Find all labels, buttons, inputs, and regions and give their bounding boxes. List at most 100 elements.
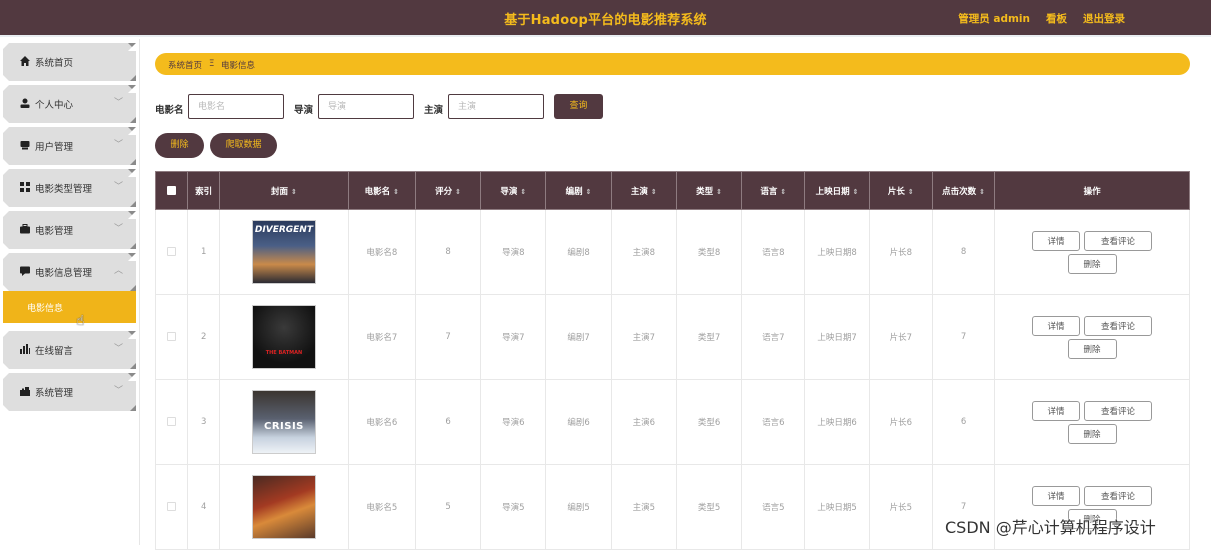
type-cell: 类型5 [675,464,743,550]
column-header-cover[interactable]: 封面 ⇕ [219,171,349,210]
chevron-down-icon: ﹀ [113,386,123,396]
writer-cell: 编剧8 [545,209,612,295]
movie-poster-image[interactable]: CRISIS [251,390,316,454]
chevron-down-icon: ﹀ [113,344,123,354]
sort-icon[interactable]: ⇕ [853,188,859,196]
view-comments-button[interactable]: 查看评论 [1084,485,1153,506]
column-header-rating[interactable]: 评分 ⇕ [414,171,482,210]
sidebar-item-system-management[interactable]: 系统管理 ﹀ [3,373,136,411]
row-checkbox[interactable] [167,417,177,426]
sidebar-item-label: 用户管理 [35,142,74,153]
top-bar-actions: 管理员 admin 看板 退出登录 [958,11,1125,26]
movie-poster-image[interactable]: DIVERGENT [251,220,316,284]
column-header-release-date[interactable]: 上映日期 ⇕ [804,171,870,210]
column-header-director[interactable]: 导演 ⇕ [480,171,547,210]
view-comments-button[interactable]: 查看评论 [1084,230,1153,251]
movie-poster-image[interactable] [251,475,316,539]
comment-icon [19,266,30,277]
sidebar-item-movie-info-management[interactable]: 电影信息管理 ︿ [3,253,136,291]
sort-icon[interactable]: ⇕ [780,188,786,196]
detail-button[interactable]: 详情 [1032,230,1081,251]
movie-poster-image[interactable]: THE BATMAN [251,305,316,369]
column-header-clicks[interactable]: 点击次数 ⇕ [931,171,996,210]
release-date-cell: 上映日期5 [804,464,870,550]
row-checkbox[interactable] [167,332,177,341]
director-input[interactable] [318,94,414,119]
column-header-name[interactable]: 电影名 ⇕ [347,171,416,210]
chevron-down-icon: ﹀ [113,182,123,192]
chevron-up-icon: ︿ [113,266,123,276]
name-cell: 电影名6 [347,379,416,465]
delete-row-button[interactable]: 删除 [1067,423,1117,444]
sort-icon[interactable]: ⇕ [716,188,722,196]
breadcrumb-separator-icon: Ξ [209,59,215,69]
detail-button[interactable]: 详情 [1032,400,1081,421]
language-cell: 语言5 [741,464,806,550]
writer-cell: 编剧7 [545,294,612,380]
poster-title: THE BATMAN [265,350,303,356]
sort-icon[interactable]: ⇕ [908,188,914,196]
delete-row-button[interactable]: 删除 [1067,253,1117,274]
index-cell: 4 [187,464,221,550]
duration-cell: 片长7 [868,294,933,380]
watermark: CSDN @芹心计算机程序设计 [945,518,1156,537]
sort-icon[interactable]: ⇕ [979,188,985,196]
sidebar-item-movie-type-management[interactable]: 电影类型管理 ﹀ [3,169,136,207]
breadcrumb-current: 电影信息 [221,61,256,71]
breadcrumb-home[interactable]: 系统首页 [168,59,202,71]
language-cell: 语言7 [741,294,806,380]
sidebar-item-user-management[interactable]: 用户管理 ﹀ [3,127,136,165]
sidebar-item-online-messages[interactable]: 在线留言 ﹀ [3,331,136,369]
users-icon [19,140,30,151]
sidebar-item-movie-management[interactable]: 电影管理 ﹀ [3,211,136,249]
release-date-cell: 上映日期6 [804,379,870,465]
movie-info-table: 索引 封面 ⇕ 电影名 ⇕ 评分 ⇕ 导演 ⇕ 编剧 ⇕ 主演 ⇕ 类型 ⇕ 语言 ⇕ 上映日期… [154,171,1190,550]
movie-name-input[interactable] [188,94,284,119]
sort-icon[interactable]: ⇕ [586,188,592,196]
column-header-language[interactable]: 语言 ⇕ [741,171,806,210]
type-cell: 类型8 [675,209,743,295]
detail-button[interactable]: 详情 [1032,485,1081,506]
hand-cursor-icon: ☝ [76,313,85,329]
sidebar-subitem-label: 电影信息 [27,304,64,314]
actor-cell: 主演6 [610,379,677,465]
view-comments-button[interactable]: 查看评论 [1084,400,1153,421]
poster-title: CRISIS [264,421,304,432]
type-cell: 类型6 [675,379,743,465]
dashboard-link[interactable]: 看板 [1046,11,1067,26]
sort-icon[interactable]: ⇕ [291,188,297,196]
delete-row-button[interactable]: 删除 [1067,338,1117,359]
column-header-type[interactable]: 类型 ⇕ [675,171,743,210]
column-header-duration[interactable]: 片长 ⇕ [868,171,933,210]
sidebar: 系统首页 个人中心 ﹀ 用户管理 ﹀ 电影类型管理 ﹀ 电影管理 ﹀ 电影信息管… [0,39,140,545]
row-checkbox[interactable] [167,502,177,511]
sidebar-subitem-movie-info[interactable]: 电影信息 [3,291,136,323]
rating-cell: 8 [414,209,482,295]
sort-icon[interactable]: ⇕ [393,188,399,196]
column-header-writer[interactable]: 编剧 ⇕ [545,171,612,210]
query-button[interactable]: 查询 [554,94,603,119]
actor-input[interactable] [448,94,544,119]
sort-icon[interactable]: ⇕ [455,188,461,196]
crawl-data-button[interactable]: 爬取数据 [210,133,277,158]
index-cell: 2 [187,294,221,380]
row-checkbox[interactable] [167,247,177,256]
column-header-actor[interactable]: 主演 ⇕ [610,171,677,210]
director-cell: 导演7 [480,294,547,380]
name-cell: 电影名5 [347,464,416,550]
breadcrumb: 系统首页 Ξ 电影信息 [155,53,1190,75]
column-header-index: 索引 [187,171,221,210]
logout-link[interactable]: 退出登录 [1083,11,1125,26]
batch-delete-button[interactable]: 删除 [155,133,204,158]
sidebar-item-personal-center[interactable]: 个人中心 ﹀ [3,85,136,123]
select-all-header [154,171,189,210]
sort-icon[interactable]: ⇕ [520,188,526,196]
settings-icon [19,386,30,397]
view-comments-button[interactable]: 查看评论 [1084,315,1153,336]
select-all-checkbox[interactable] [167,185,177,195]
sort-icon[interactable]: ⇕ [651,188,657,196]
sidebar-item-label: 电影管理 [35,226,74,237]
sidebar-item-home[interactable]: 系统首页 [3,43,136,81]
language-cell: 语言8 [741,209,806,295]
detail-button[interactable]: 详情 [1032,315,1081,336]
